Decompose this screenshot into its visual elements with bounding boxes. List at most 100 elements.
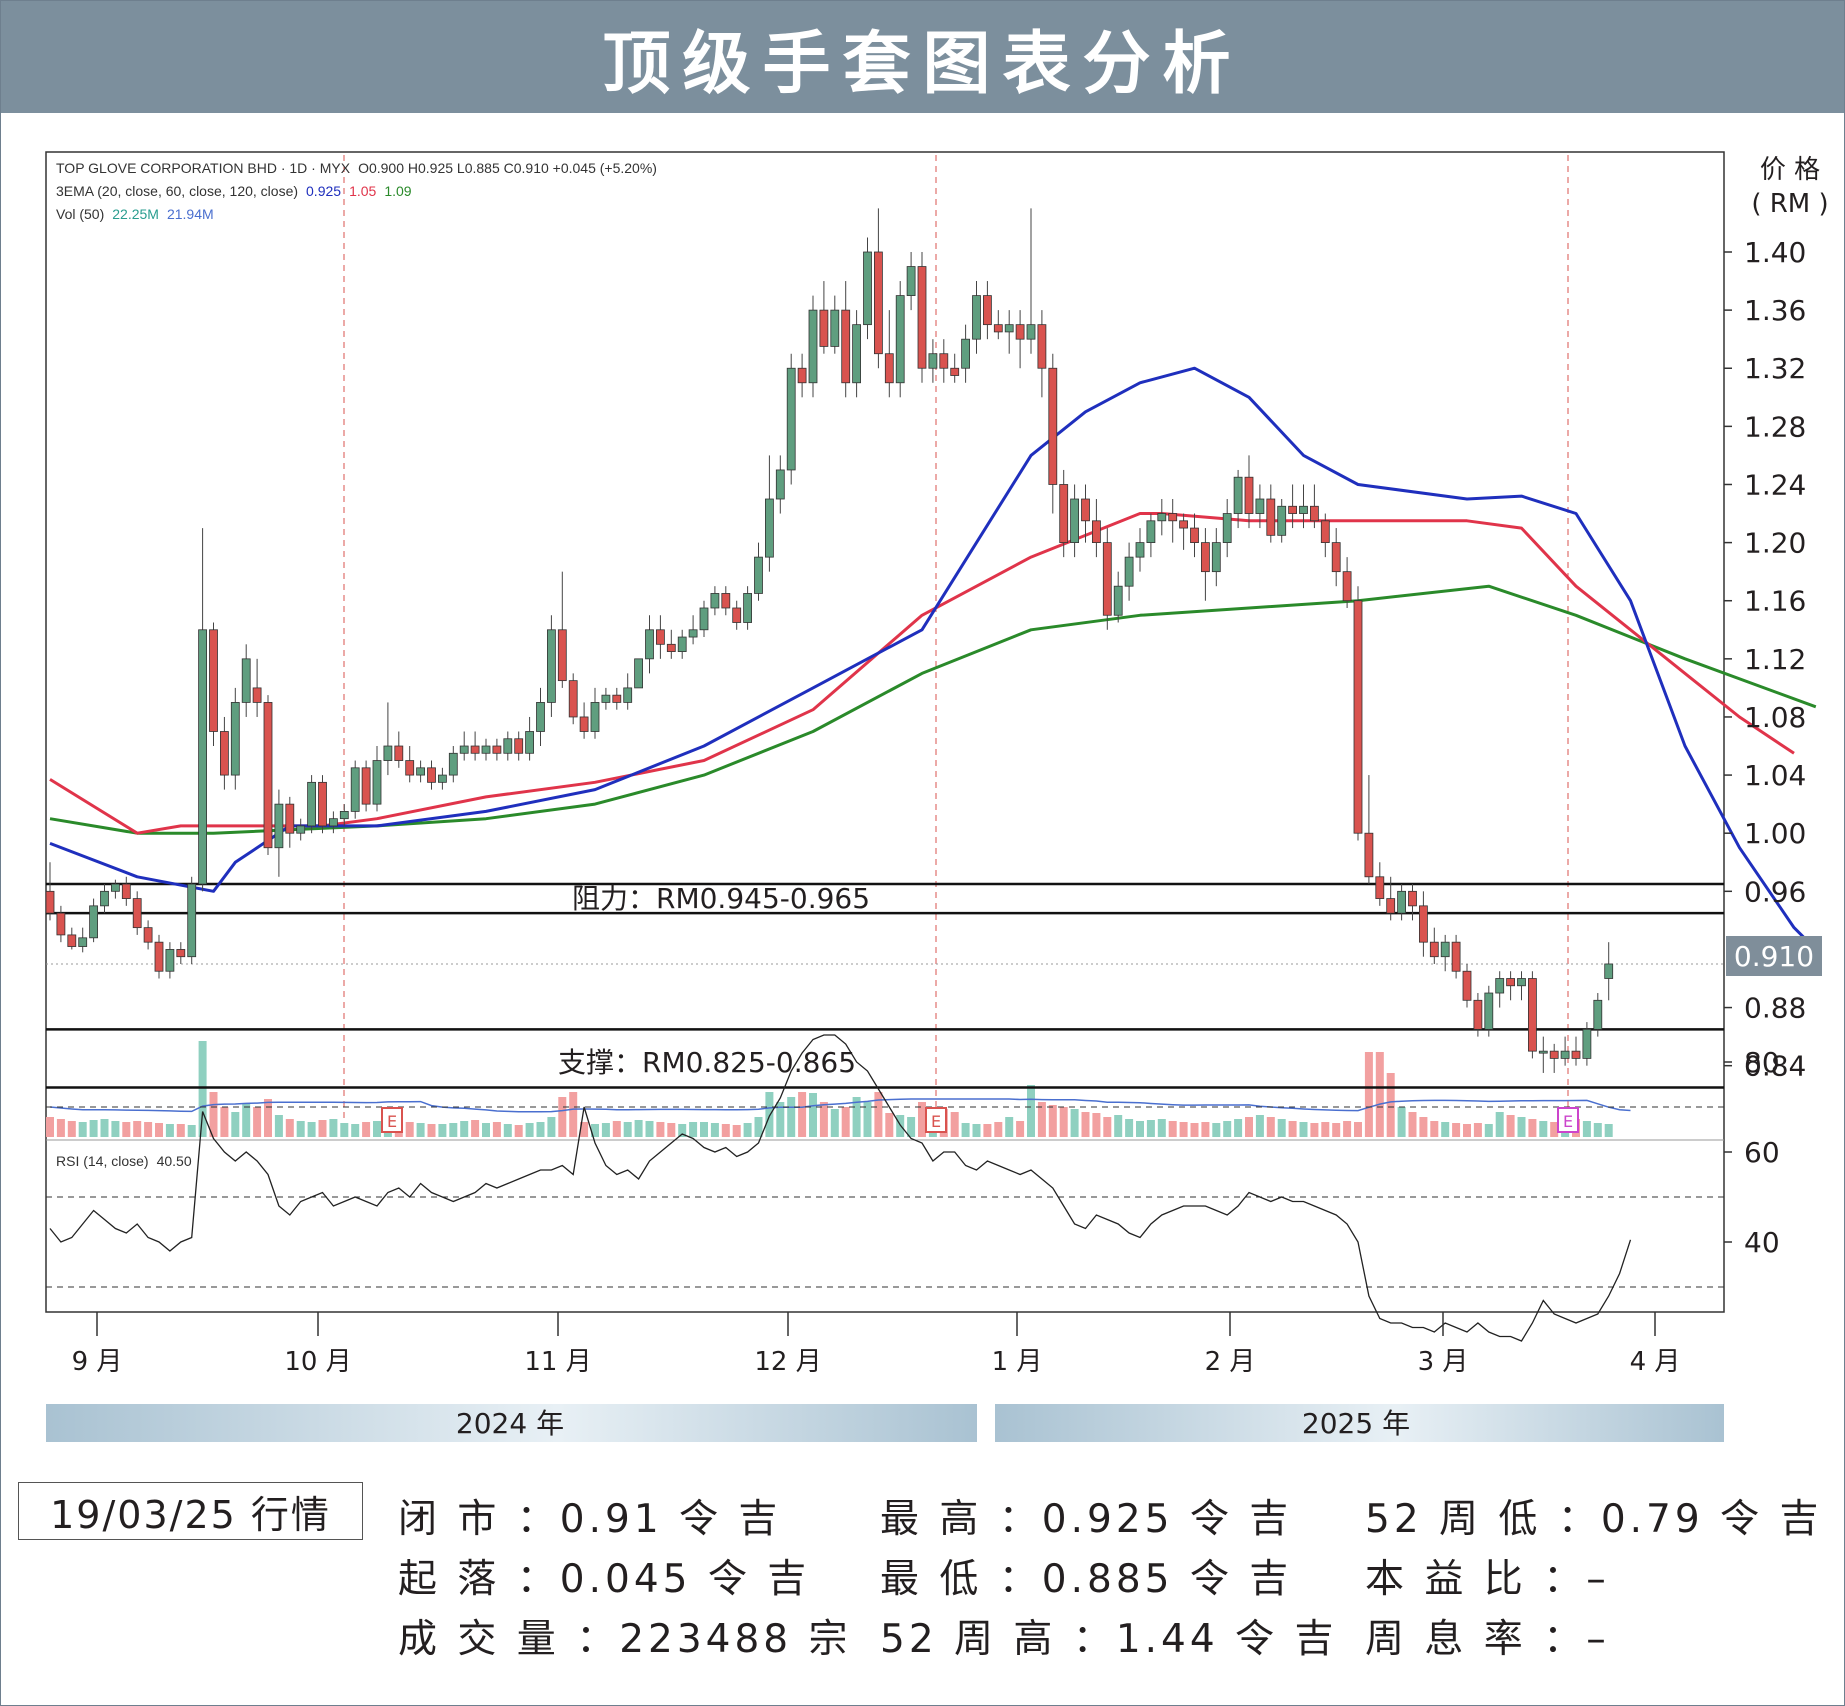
candle-body [1397,890,1406,914]
volume-bar [1430,1121,1439,1137]
candle-body [1124,556,1134,587]
volume-bar [122,1122,131,1137]
volume-bar [1375,1052,1384,1137]
candle-body [1604,963,1614,979]
volume-bar [569,1092,578,1137]
candle-body [1004,324,1014,333]
volume-bar [1114,1115,1123,1137]
candle-body [1506,978,1515,987]
candle-body [1146,520,1156,543]
volume-bar [264,1099,272,1137]
candle-body [721,593,731,609]
volume-bar [503,1124,512,1137]
volume-bar [1016,1121,1025,1137]
candle-body [1331,542,1341,573]
candle-body [100,890,109,907]
volume-bar [830,1109,839,1137]
volume-bar [1245,1117,1253,1137]
candle-body [1201,542,1210,573]
volume-bar [242,1103,251,1137]
candle-body [601,694,611,703]
volume-bar [1364,1052,1373,1137]
volume-bar [1027,1085,1035,1137]
volume-bar [765,1092,774,1137]
candle-body [230,702,240,776]
candle-body [111,883,120,892]
candle-body [983,295,992,326]
candle-body [307,781,317,827]
volume-bar [231,1112,240,1137]
volume-bar [482,1123,490,1137]
candle-body [416,767,426,776]
candle-body [176,949,186,958]
volume-bar [743,1123,752,1137]
volume-bar [667,1123,676,1137]
y-tick-label: 1.32 [1744,352,1806,385]
stat-change: 起 落 ：0.045 令 吉 [398,1557,811,1602]
candle-body [852,324,861,384]
candle-body [819,309,829,347]
stat-52w-low: 52 周 低 ：0.79 令 吉 [1365,1497,1823,1542]
candle-body [143,927,153,943]
candle-body [1255,498,1265,514]
stat-close: 闭 市 ：0.91 令 吉 [398,1497,782,1542]
candle-body [1113,585,1123,616]
candle-body [656,629,665,645]
volume-bar [1190,1123,1199,1137]
volume-bar [689,1122,698,1137]
volume-bar [1495,1112,1504,1137]
candle-body [906,266,916,296]
x-tick-label: 12 月 [754,1347,821,1377]
volume-bar [1408,1112,1417,1137]
candle-body [1244,476,1254,514]
legend-ema: 3EMA (20, close, 60, close, 120, close) 0… [56,183,412,199]
earnings-marker-label: E [1563,1112,1573,1131]
candle-body [765,498,774,558]
candle-body [1538,1050,1548,1054]
candle-body [394,745,404,761]
y-tick-label: 1.28 [1744,410,1806,443]
candle-body [328,818,338,827]
volume-bar [78,1122,87,1137]
candle-body [1528,978,1537,1052]
volume-bar [1092,1113,1101,1137]
volume-bar [438,1124,447,1137]
candle-body [372,760,382,805]
candle-body [1157,513,1167,522]
x-tick-label: 4 月 [1630,1347,1681,1377]
volume-bar [1604,1124,1613,1137]
last-price-label: 0.910 [1734,940,1814,973]
candle-body [121,883,131,899]
candle-body [993,324,1003,333]
candle-body [1473,999,1483,1030]
volume-bar [1397,1107,1406,1137]
candle-body [1429,941,1439,958]
volume-bar [1223,1121,1232,1137]
candle-body [939,353,949,369]
volume-bar [307,1122,316,1137]
candle-body [1037,324,1047,369]
volume-bar [994,1122,1003,1137]
volume-bar [220,1107,229,1137]
candle-body [1375,876,1385,899]
volume-bar [1484,1124,1493,1137]
volume-bar [1517,1117,1526,1137]
volume-bar [1168,1121,1177,1137]
volume-bar [460,1121,469,1137]
y-tick-label: 1.24 [1744,468,1806,501]
rsi-tick-label: 40 [1744,1226,1780,1259]
volume-bar [710,1123,719,1137]
candle-body [78,937,88,947]
x-tick-label: 1 月 [992,1347,1043,1377]
volume-bar [1452,1123,1461,1137]
candle-body [350,767,360,812]
candle-body [547,629,556,703]
candle-body [841,309,851,384]
volume-bar [558,1097,567,1137]
volume-bar [1419,1117,1428,1137]
volume-bar [362,1122,371,1137]
candle-body [688,629,698,638]
stat-low: 最 低 ：0.885 令 吉 [880,1557,1293,1602]
volume-bar [787,1097,796,1137]
candle-body [514,738,524,754]
